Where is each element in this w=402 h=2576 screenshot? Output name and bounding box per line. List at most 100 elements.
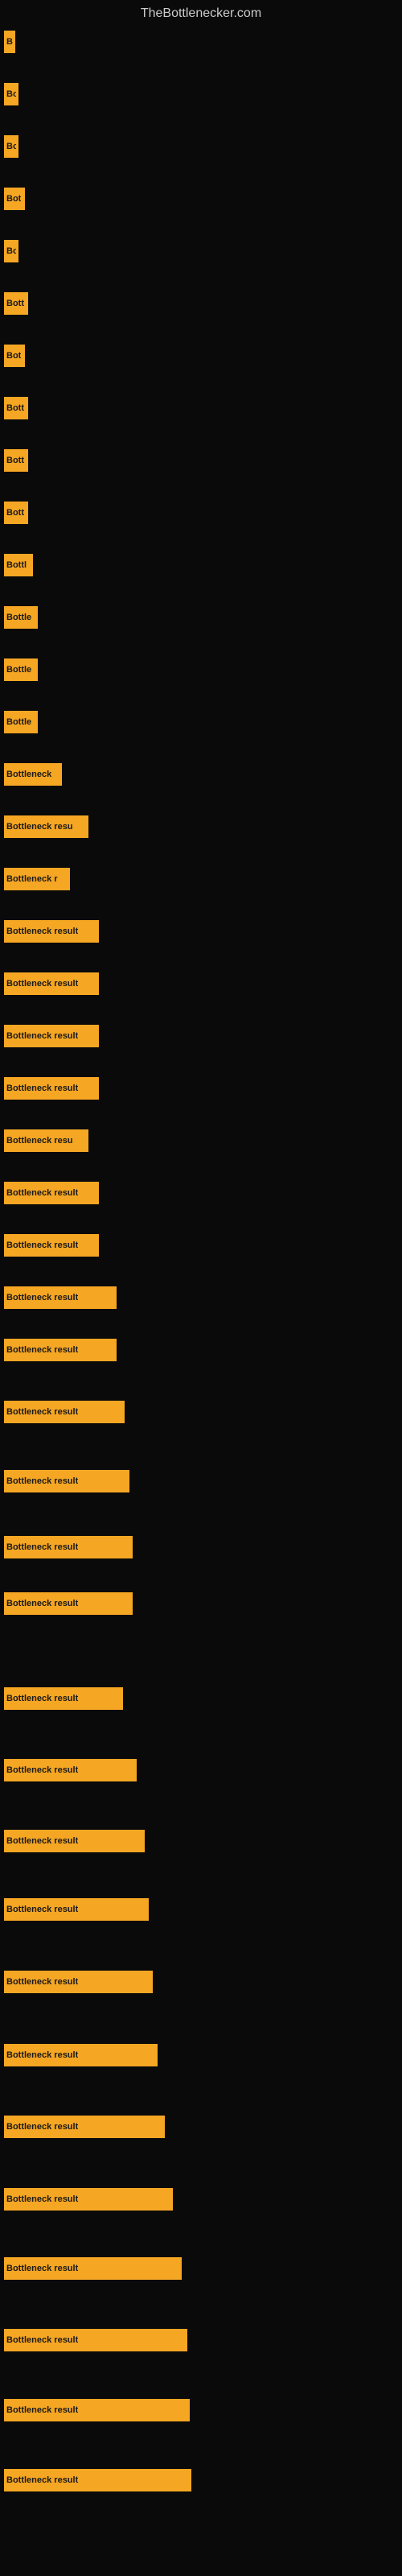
bar-label-21: Bottleneck resu bbox=[6, 1136, 73, 1146]
bar-16: Bottleneck r bbox=[4, 868, 70, 890]
bar-25: Bottleneck result bbox=[4, 1339, 117, 1361]
bar-row-4: Bo bbox=[4, 240, 18, 262]
bar-row-41: Bottleneck result bbox=[4, 2469, 191, 2491]
bar-row-0: B bbox=[4, 31, 15, 53]
bar-row-12: Bottle bbox=[4, 658, 38, 681]
bar-10: Bottl bbox=[4, 554, 33, 576]
bar-8: Bott bbox=[4, 449, 28, 472]
bar-label-11: Bottle bbox=[6, 613, 31, 622]
bar-0: B bbox=[4, 31, 15, 53]
bar-label-6: Bot bbox=[6, 351, 21, 361]
bar-row-26: Bottleneck result bbox=[4, 1401, 125, 1423]
bar-34: Bottleneck result bbox=[4, 1971, 153, 1993]
bar-label-8: Bott bbox=[6, 456, 24, 465]
bar-11: Bottle bbox=[4, 606, 38, 629]
bar-27: Bottleneck result bbox=[4, 1470, 129, 1492]
bar-row-7: Bott bbox=[4, 397, 28, 419]
bar-row-2: Bo bbox=[4, 135, 18, 158]
bar-3: Bot bbox=[4, 188, 25, 210]
bar-row-39: Bottleneck result bbox=[4, 2329, 187, 2351]
bar-row-37: Bottleneck result bbox=[4, 2188, 173, 2211]
bar-label-23: Bottleneck result bbox=[6, 1241, 78, 1250]
bar-label-39: Bottleneck result bbox=[6, 2335, 78, 2345]
bar-6: Bot bbox=[4, 345, 25, 367]
bar-label-18: Bottleneck result bbox=[6, 979, 78, 989]
bar-row-16: Bottleneck r bbox=[4, 868, 70, 890]
bar-29: Bottleneck result bbox=[4, 1592, 133, 1615]
bar-label-40: Bottleneck result bbox=[6, 2405, 78, 2415]
bar-label-7: Bott bbox=[6, 403, 24, 413]
bar-15: Bottleneck resu bbox=[4, 815, 88, 838]
bar-31: Bottleneck result bbox=[4, 1759, 137, 1781]
bar-40: Bottleneck result bbox=[4, 2399, 190, 2421]
bar-row-36: Bottleneck result bbox=[4, 2116, 165, 2138]
bar-label-19: Bottleneck result bbox=[6, 1031, 78, 1041]
bar-label-0: B bbox=[6, 37, 13, 47]
bar-label-9: Bott bbox=[6, 508, 24, 518]
bar-24: Bottleneck result bbox=[4, 1286, 117, 1309]
bar-36: Bottleneck result bbox=[4, 2116, 165, 2138]
bar-37: Bottleneck result bbox=[4, 2188, 173, 2211]
bar-label-41: Bottleneck result bbox=[6, 2475, 78, 2485]
bar-label-10: Bottl bbox=[6, 560, 27, 570]
bar-row-13: Bottle bbox=[4, 711, 38, 733]
bar-row-31: Bottleneck result bbox=[4, 1759, 137, 1781]
bar-20: Bottleneck result bbox=[4, 1077, 99, 1100]
bar-row-34: Bottleneck result bbox=[4, 1971, 153, 1993]
bar-label-22: Bottleneck result bbox=[6, 1188, 78, 1198]
bar-12: Bottle bbox=[4, 658, 38, 681]
bar-label-25: Bottleneck result bbox=[6, 1345, 78, 1355]
bar-row-28: Bottleneck result bbox=[4, 1536, 133, 1558]
bar-label-27: Bottleneck result bbox=[6, 1476, 78, 1486]
bar-row-25: Bottleneck result bbox=[4, 1339, 117, 1361]
bar-41: Bottleneck result bbox=[4, 2469, 191, 2491]
bar-label-13: Bottle bbox=[6, 717, 31, 727]
bar-row-10: Bottl bbox=[4, 554, 33, 576]
bar-label-12: Bottle bbox=[6, 665, 31, 675]
bar-39: Bottleneck result bbox=[4, 2329, 187, 2351]
bar-1: Bo bbox=[4, 83, 18, 105]
bar-row-11: Bottle bbox=[4, 606, 38, 629]
bar-23: Bottleneck result bbox=[4, 1234, 99, 1257]
bar-2: Bo bbox=[4, 135, 18, 158]
bar-label-38: Bottleneck result bbox=[6, 2264, 78, 2273]
bar-label-32: Bottleneck result bbox=[6, 1836, 78, 1846]
bar-22: Bottleneck result bbox=[4, 1182, 99, 1204]
bar-label-36: Bottleneck result bbox=[6, 2122, 78, 2132]
bar-row-17: Bottleneck result bbox=[4, 920, 99, 943]
bar-row-8: Bott bbox=[4, 449, 28, 472]
bar-label-20: Bottleneck result bbox=[6, 1084, 78, 1093]
bar-30: Bottleneck result bbox=[4, 1687, 123, 1710]
bar-row-5: Bott bbox=[4, 292, 28, 315]
bar-label-37: Bottleneck result bbox=[6, 2194, 78, 2204]
bar-label-33: Bottleneck result bbox=[6, 1905, 78, 1914]
bar-label-16: Bottleneck r bbox=[6, 874, 58, 884]
bar-38: Bottleneck result bbox=[4, 2257, 182, 2280]
bar-row-29: Bottleneck result bbox=[4, 1592, 133, 1615]
bar-label-31: Bottleneck result bbox=[6, 1765, 78, 1775]
bar-label-3: Bot bbox=[6, 194, 21, 204]
bar-label-29: Bottleneck result bbox=[6, 1599, 78, 1608]
bar-17: Bottleneck result bbox=[4, 920, 99, 943]
bar-label-34: Bottleneck result bbox=[6, 1977, 78, 1987]
bar-row-15: Bottleneck resu bbox=[4, 815, 88, 838]
bar-row-20: Bottleneck result bbox=[4, 1077, 99, 1100]
bar-row-33: Bottleneck result bbox=[4, 1898, 149, 1921]
bar-35: Bottleneck result bbox=[4, 2044, 158, 2066]
bar-label-15: Bottleneck resu bbox=[6, 822, 73, 832]
bar-33: Bottleneck result bbox=[4, 1898, 149, 1921]
bar-row-3: Bot bbox=[4, 188, 25, 210]
bar-row-21: Bottleneck resu bbox=[4, 1129, 88, 1152]
bar-32: Bottleneck result bbox=[4, 1830, 145, 1852]
bar-label-5: Bott bbox=[6, 299, 24, 308]
bar-label-2: Bo bbox=[6, 142, 16, 151]
bar-21: Bottleneck resu bbox=[4, 1129, 88, 1152]
bar-row-9: Bott bbox=[4, 502, 28, 524]
bar-13: Bottle bbox=[4, 711, 38, 733]
bar-row-24: Bottleneck result bbox=[4, 1286, 117, 1309]
bar-5: Bott bbox=[4, 292, 28, 315]
bar-label-35: Bottleneck result bbox=[6, 2050, 78, 2060]
bar-row-27: Bottleneck result bbox=[4, 1470, 129, 1492]
bar-label-28: Bottleneck result bbox=[6, 1542, 78, 1552]
bar-row-38: Bottleneck result bbox=[4, 2257, 182, 2280]
